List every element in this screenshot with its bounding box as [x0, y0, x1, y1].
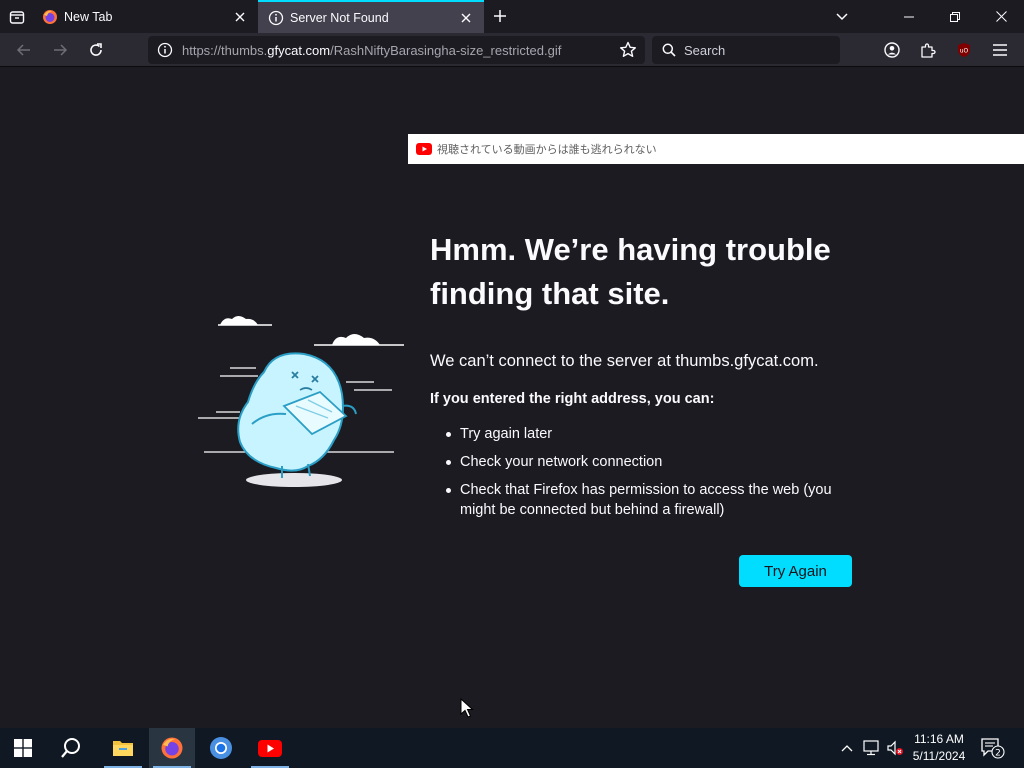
- ublock-origin-icon: uO: [958, 43, 970, 57]
- restore-icon: [950, 11, 960, 22]
- page-content: 視聴されている動画からは誰も逃れられない Hmm. We’re having t…: [0, 68, 1024, 728]
- forward-arrow-icon: [54, 44, 68, 56]
- list-item: Check your network connection: [446, 452, 866, 472]
- url-bar[interactable]: https://thumbs.gfycat.com/RashNiftyBaras…: [148, 36, 645, 64]
- action-center-button[interactable]: 2: [980, 736, 1006, 760]
- error-illustration: [198, 316, 404, 487]
- youtube-overlay-text: 視聴されている動画からは誰も逃れられない: [437, 143, 657, 156]
- account-icon: [884, 42, 900, 58]
- extensions-button[interactable]: [914, 36, 942, 64]
- youtube-icon: [416, 143, 432, 155]
- taskbar-search-button[interactable]: [48, 728, 94, 768]
- tab-strip: New Tab Server Not Found: [0, 0, 1024, 33]
- forward-button[interactable]: [46, 36, 74, 64]
- list-all-tabs-button[interactable]: [830, 4, 854, 28]
- plus-icon: [494, 10, 506, 22]
- system-clock[interactable]: 11:16 AM 5/11/2024: [904, 731, 974, 765]
- site-info-icon[interactable]: [156, 41, 174, 59]
- new-tab-button[interactable]: [488, 4, 512, 28]
- back-arrow-icon: [16, 44, 30, 56]
- hamburger-menu-icon: [993, 44, 1007, 56]
- restore-button[interactable]: [932, 0, 978, 33]
- close-window-button[interactable]: [978, 0, 1024, 33]
- volume-muted-icon: [887, 740, 903, 756]
- youtube-overlay-banner[interactable]: 視聴されている動画からは誰も逃れられない: [408, 134, 1024, 164]
- notification-icon: 2: [981, 738, 1005, 759]
- url-path: /RashNiftyBarasingha-size_restricted.gif: [330, 42, 562, 58]
- start-icon: [14, 739, 32, 757]
- youtube-icon: [258, 739, 282, 757]
- menu-button[interactable]: [986, 36, 1014, 64]
- minimize-icon: [904, 16, 914, 17]
- volume-tray-icon[interactable]: [885, 738, 905, 758]
- url-host: gfycat.com: [267, 42, 331, 58]
- close-tab-icon[interactable]: [454, 6, 478, 30]
- close-tab-icon[interactable]: [228, 5, 252, 29]
- url-text: https://thumbs.gfycat.com/RashNiftyBaras…: [182, 43, 561, 58]
- taskbar-chrome[interactable]: [198, 728, 244, 768]
- search-icon: [61, 738, 80, 758]
- error-sub-heading: If you entered the right address, you ca…: [430, 391, 715, 407]
- network-tray-icon[interactable]: [861, 738, 881, 758]
- minimize-button[interactable]: [886, 0, 932, 33]
- navigation-toolbar: https://thumbs.gfycat.com/RashNiftyBaras…: [0, 33, 1024, 67]
- close-icon: [995, 11, 1007, 22]
- account-button[interactable]: [878, 36, 906, 64]
- tab-title: Server Not Found: [290, 10, 389, 25]
- list-item: Try again later: [446, 424, 866, 444]
- suggestion-list: Try again later Check your network conne…: [446, 424, 866, 528]
- reload-icon: [90, 43, 102, 56]
- firefox-icon: [161, 737, 183, 759]
- bookmark-star-icon[interactable]: [619, 41, 637, 59]
- tab-title: New Tab: [64, 9, 113, 24]
- firefox-view-icon: [9, 11, 25, 24]
- back-button[interactable]: [10, 36, 38, 64]
- notification-count: 2: [995, 749, 1001, 759]
- svg-text:uO: uO: [960, 48, 969, 55]
- file-explorer-icon: [113, 741, 133, 756]
- chevron-down-icon: [836, 13, 848, 21]
- taskbar-file-explorer[interactable]: [100, 728, 146, 768]
- chrome-icon: [210, 737, 232, 759]
- puzzle-icon: [921, 43, 936, 58]
- clock-time: 11:16 AM: [914, 732, 964, 746]
- ublock-button[interactable]: uO: [950, 36, 978, 64]
- start-button[interactable]: [0, 728, 46, 768]
- taskbar-youtube[interactable]: [247, 728, 293, 768]
- url-prefix: https://thumbs.: [182, 42, 268, 58]
- try-again-button[interactable]: Try Again: [739, 555, 852, 587]
- show-hidden-icons-button[interactable]: [837, 738, 857, 758]
- network-icon: [863, 740, 879, 756]
- firefox-icon: [42, 9, 58, 25]
- list-item: Check that Firefox has permission to acc…: [446, 480, 866, 520]
- tab-new-tab[interactable]: New Tab: [32, 0, 258, 33]
- clock-date: 5/11/2024: [912, 749, 966, 763]
- error-description: We can’t connect to the server at thumbs…: [430, 352, 819, 370]
- search-icon: [662, 43, 676, 57]
- firefox-view-button[interactable]: [4, 4, 30, 30]
- tab-server-not-found[interactable]: Server Not Found: [258, 0, 484, 33]
- chevron-up-icon: [841, 745, 853, 752]
- search-placeholder: Search: [684, 42, 726, 58]
- taskbar-firefox[interactable]: [149, 728, 195, 768]
- windows-taskbar: 11:16 AM 5/11/2024 2: [0, 728, 1024, 768]
- mouse-cursor-icon: [460, 698, 474, 718]
- reload-button[interactable]: [82, 36, 110, 64]
- search-bar[interactable]: Search: [652, 36, 840, 64]
- error-title: Hmm. We’re having trouble finding that s…: [430, 232, 831, 311]
- info-icon: [268, 10, 284, 26]
